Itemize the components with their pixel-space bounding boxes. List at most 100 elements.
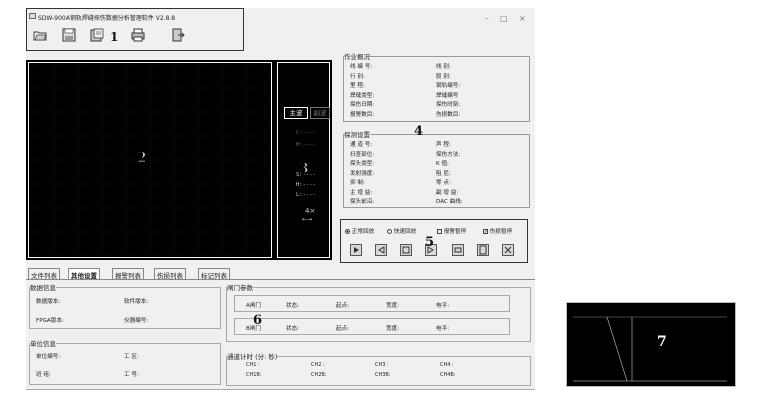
normal-playback-radio[interactable]: 正常回放 <box>345 227 374 235</box>
data-version-label: 数据版本: <box>36 299 61 305</box>
annotation-2: 2 <box>137 150 148 167</box>
detect-right-field-6: DAC 曲线: <box>436 199 463 205</box>
annotation-3: 3 <box>299 161 310 178</box>
export-icon[interactable] <box>90 28 104 42</box>
detect-right-field-4: 零 点: <box>436 180 451 186</box>
overview-right-field-5: 伤损数目: <box>436 111 461 118</box>
detect-left-field-5: 主 增 益: <box>350 189 373 196</box>
overview-left-field-3: 焊缝类型: <box>350 92 375 99</box>
save-icon[interactable] <box>62 28 76 42</box>
overview-left-field-2: 里 程: <box>350 83 365 89</box>
overview-left-field-5: 报警数目: <box>350 111 375 118</box>
gate-params-title: 闸门参数 <box>227 282 253 292</box>
detect-left-field-0: 通 道 号: <box>350 142 373 148</box>
annotation-1: 1 <box>110 30 119 44</box>
tab-damage-list[interactable]: 伤损列表 <box>154 268 186 280</box>
timer-ch1: CH1 : <box>246 362 260 368</box>
tab-other-settings[interactable]: 其他设置 <box>68 268 100 280</box>
close-button[interactable]: × <box>519 14 526 23</box>
minimize-button[interactable]: – <box>485 14 489 23</box>
step-button[interactable] <box>400 244 412 256</box>
reading-h1: H:---- <box>296 142 316 148</box>
timer-ch4: CH4 : <box>440 362 454 368</box>
tab-alarm-list[interactable]: 报警列表 <box>112 268 144 280</box>
reading-h2: H:---- <box>296 182 316 188</box>
detect-left-field-4: 抑 制: <box>350 180 365 186</box>
unit-info-box <box>29 343 221 385</box>
maximize-button[interactable]: □ <box>500 14 508 23</box>
pan-arrows-icon[interactable]: ←→ <box>302 216 312 223</box>
overview-right-field-4: 探伤时刻: <box>436 102 461 108</box>
timer-ch2b: CH2B: <box>311 372 327 378</box>
sub-wave-button[interactable]: 副波 <box>310 107 330 119</box>
scope-grid <box>30 64 270 256</box>
timer-ch3: CH3 : <box>375 362 389 368</box>
gate-b-start: 起点: <box>336 326 350 332</box>
tab-divider <box>26 279 535 280</box>
reading-c: C:---- <box>296 130 316 136</box>
fast-playback-radio[interactable]: 快速回放 <box>387 227 416 235</box>
gate-a-level: 电平: <box>436 303 450 309</box>
annotation-5: 5 <box>425 235 435 250</box>
zoom-label: 4× <box>305 207 316 215</box>
open-folder-icon[interactable] <box>33 28 47 42</box>
overview-right-field-0: 线 别: <box>436 64 451 70</box>
timer-ch1b: CH1B: <box>246 372 262 378</box>
stop-button[interactable] <box>502 244 514 256</box>
side-scope <box>277 62 330 258</box>
timer-ch3b: CH3B: <box>375 372 391 378</box>
overview-title: 作业概况 <box>344 51 370 61</box>
overview-left-field-0: 线 编 号: <box>350 64 373 70</box>
detect-right-field-5: 副 增 益: <box>436 189 459 196</box>
annotation-6: 6 <box>253 313 263 328</box>
gate-a-label: A闸门 <box>246 303 262 309</box>
device-number-label: 仪器编号: <box>124 318 149 324</box>
alarm-pause-checkbox[interactable]: 报警暂停 <box>437 227 466 235</box>
work-number-label: 工 号: <box>124 372 139 378</box>
tab-file-list[interactable]: 文件列表 <box>28 268 60 280</box>
pause-button[interactable] <box>452 244 464 256</box>
timer-title: 通道计时 (分: 秒) <box>227 351 278 361</box>
gate-b-state: 状态: <box>286 326 300 332</box>
detect-right-field-3: 阻 尼: <box>436 170 451 177</box>
gate-b-level: 电平: <box>436 326 450 332</box>
detect-right-field-2: K 值: <box>436 161 449 167</box>
monitor-trace <box>573 316 727 382</box>
overview-right-field-2: 钢轨编号: <box>436 83 461 89</box>
overview-right-field-3: 焊缝编号 <box>436 92 459 99</box>
detect-left-field-2: 探头类型: <box>350 161 375 167</box>
gate-a-row <box>234 295 510 312</box>
data-info-title: 数据信息 <box>30 282 56 292</box>
gate-b-width: 宽度: <box>386 326 400 332</box>
print-icon[interactable] <box>131 28 145 42</box>
reading-l: L:---- <box>296 192 316 198</box>
play-button[interactable] <box>350 244 362 256</box>
tab-mark-list[interactable]: 标记列表 <box>198 268 230 280</box>
mark-button[interactable] <box>477 244 489 256</box>
exit-icon[interactable] <box>171 28 185 42</box>
overview-right-field-1: 股 别: <box>436 73 451 80</box>
unit-info-title: 单位信息 <box>30 338 56 348</box>
overview-left-field-1: 行 别: <box>350 73 365 80</box>
detect-left-field-1: 扫查部位: <box>350 151 375 158</box>
gate-a-start: 起点: <box>336 303 350 309</box>
annotation-7: 7 <box>657 334 667 350</box>
detect-left-field-3: 发射强度: <box>350 170 375 177</box>
work-area-label: 工 区: <box>124 354 139 360</box>
timer-ch4b: CH4B: <box>440 372 456 378</box>
detect-title: 探测设置 <box>344 129 370 139</box>
detect-left-field-6: 探头前沿: <box>350 199 375 205</box>
prev-button[interactable] <box>375 244 387 256</box>
fpga-version-label: FPGA版本: <box>36 318 64 324</box>
gate-b-row <box>234 318 510 335</box>
software-version-label: 软件版本: <box>124 299 149 305</box>
team-label: 班 组: <box>36 372 51 378</box>
status-divider <box>26 389 535 390</box>
unit-number-label: 单位编号: <box>36 354 61 360</box>
main-wave-button[interactable]: 主波 <box>284 107 308 119</box>
damage-pause-checkbox[interactable]: ✓ 伤损暂停 <box>483 227 512 235</box>
detect-right-field-0: 声 程: <box>436 142 451 148</box>
timer-ch2: CH2 : <box>311 362 325 368</box>
gate-a-width: 宽度: <box>386 303 400 309</box>
detect-right-field-1: 探伤方法: <box>436 151 461 158</box>
